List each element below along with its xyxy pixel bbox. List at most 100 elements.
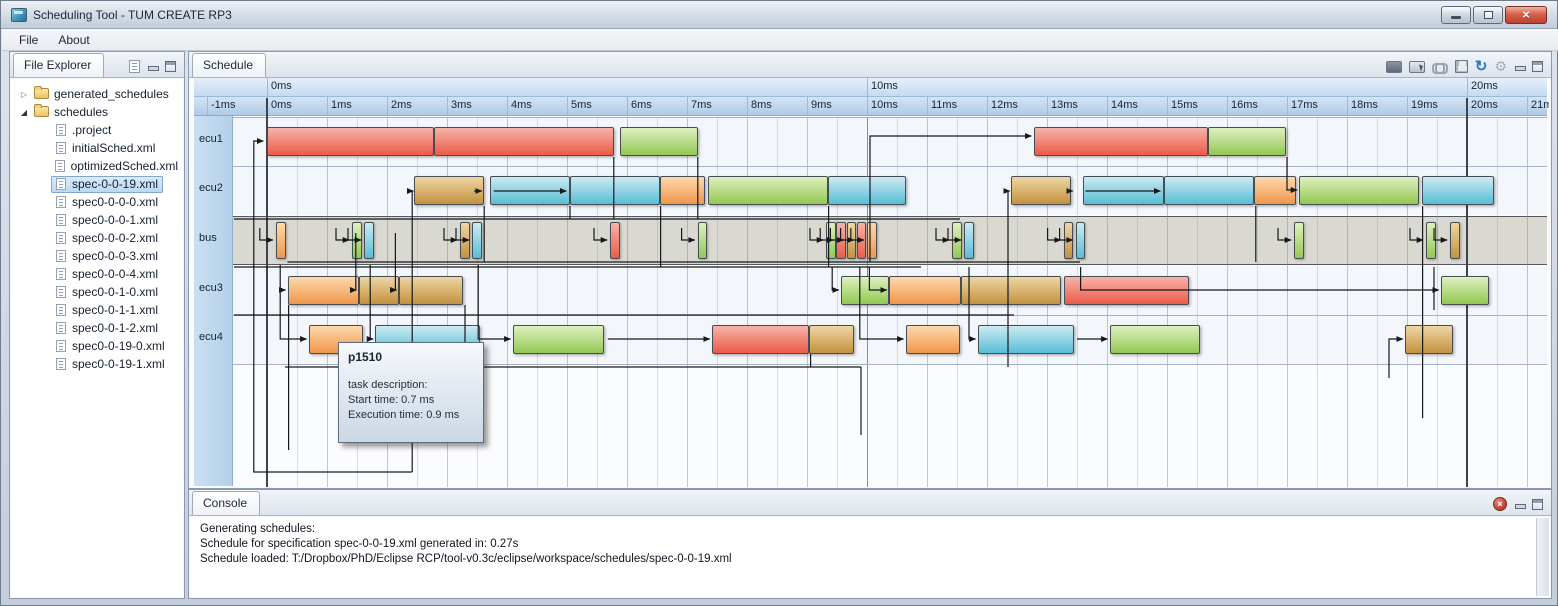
bus-message[interactable] bbox=[276, 222, 286, 259]
tree-item-spec0-0-0-0.xml[interactable]: spec0-0-0-0.xml bbox=[11, 193, 183, 211]
tab-schedule[interactable]: Schedule bbox=[192, 53, 266, 77]
window-minimize-button[interactable] bbox=[1441, 6, 1471, 24]
bus-message[interactable] bbox=[460, 222, 470, 259]
bus-message[interactable] bbox=[847, 222, 857, 259]
task-bar[interactable] bbox=[1083, 176, 1164, 205]
menu-about[interactable]: About bbox=[49, 31, 98, 49]
task-bar[interactable] bbox=[1034, 127, 1208, 156]
task-bar[interactable] bbox=[708, 176, 828, 205]
tab-console[interactable]: Console bbox=[192, 491, 260, 515]
task-bar[interactable] bbox=[1110, 325, 1200, 354]
task-bar[interactable] bbox=[961, 276, 1061, 305]
task-bar[interactable] bbox=[978, 325, 1074, 354]
bus-message[interactable] bbox=[1294, 222, 1304, 259]
bus-message[interactable] bbox=[964, 222, 974, 259]
expand-arrow-icon[interactable]: ▷ bbox=[19, 90, 29, 99]
task-bar[interactable] bbox=[288, 276, 359, 305]
tree-item-spec0-0-0-3.xml[interactable]: spec0-0-0-3.xml bbox=[11, 247, 183, 265]
window-restore-button[interactable] bbox=[1473, 6, 1503, 24]
bus-message[interactable] bbox=[826, 222, 836, 259]
task-bar[interactable] bbox=[660, 176, 705, 205]
task-bar[interactable] bbox=[359, 276, 399, 305]
task-bar[interactable] bbox=[1405, 325, 1453, 354]
bus-message[interactable] bbox=[364, 222, 374, 259]
tree-item-spec0-0-19-1.xml[interactable]: spec0-0-19-1.xml bbox=[11, 355, 183, 373]
task-bar[interactable] bbox=[841, 276, 889, 305]
minimize-view-icon[interactable] bbox=[1514, 61, 1525, 72]
tree-item-spec0-0-0-4.xml[interactable]: spec0-0-0-4.xml bbox=[11, 265, 183, 283]
task-bar[interactable] bbox=[490, 176, 570, 205]
console-scrollbar[interactable] bbox=[1536, 518, 1549, 596]
minimize-view-icon[interactable] bbox=[1514, 499, 1525, 510]
task-bar[interactable] bbox=[828, 176, 906, 205]
tab-file-explorer[interactable]: File Explorer bbox=[13, 53, 104, 77]
bus-message[interactable] bbox=[857, 222, 867, 259]
task-bar[interactable] bbox=[1164, 176, 1254, 205]
task-bar[interactable] bbox=[1299, 176, 1419, 205]
bus-message[interactable] bbox=[867, 222, 877, 259]
new-document-icon[interactable] bbox=[129, 60, 140, 73]
tree-item-spec0-0-19-0.xml[interactable]: spec0-0-19-0.xml bbox=[11, 337, 183, 355]
gridline bbox=[1197, 117, 1198, 487]
task-bar[interactable] bbox=[889, 276, 961, 305]
task-bar[interactable] bbox=[570, 176, 660, 205]
maximize-view-icon[interactable] bbox=[1532, 499, 1543, 510]
tree-item-label: spec0-0-19-0.xml bbox=[72, 339, 165, 353]
tree-item-spec-0-0-19.xml[interactable]: spec-0-0-19.xml bbox=[11, 175, 183, 193]
settings-icon[interactable]: ⚙ bbox=[1494, 60, 1507, 73]
task-bar[interactable] bbox=[712, 325, 809, 354]
bus-message[interactable] bbox=[836, 222, 846, 259]
task-bar[interactable] bbox=[620, 127, 698, 156]
task-bar[interactable] bbox=[1422, 176, 1494, 205]
bus-message[interactable] bbox=[1076, 222, 1086, 259]
menu-file[interactable]: File bbox=[10, 31, 47, 49]
link-icon[interactable] bbox=[1432, 63, 1448, 71]
gridline bbox=[537, 117, 538, 487]
bus-message[interactable] bbox=[472, 222, 482, 259]
task-bar[interactable] bbox=[1208, 127, 1286, 156]
task-bar[interactable] bbox=[513, 325, 604, 354]
tree-item-spec0-0-0-2.xml[interactable]: spec0-0-0-2.xml bbox=[11, 229, 183, 247]
task-bar[interactable] bbox=[1441, 276, 1489, 305]
tree-item-spec0-0-1-2.xml[interactable]: spec0-0-1-2.xml bbox=[11, 319, 183, 337]
bus-message[interactable] bbox=[1064, 222, 1074, 259]
bus-message[interactable] bbox=[610, 222, 620, 259]
bus-message[interactable] bbox=[1450, 222, 1460, 259]
save-icon[interactable] bbox=[1455, 60, 1468, 73]
maximize-view-icon[interactable] bbox=[1532, 61, 1543, 72]
screenshot-cursor-icon[interactable] bbox=[1409, 61, 1425, 73]
collapse-arrow-icon[interactable]: ◢ bbox=[19, 108, 29, 117]
refresh-icon[interactable]: ↻ bbox=[1475, 60, 1488, 73]
tree-item-.project[interactable]: .project bbox=[11, 121, 183, 139]
tree-item-spec0-0-1-0.xml[interactable]: spec0-0-1-0.xml bbox=[11, 283, 183, 301]
window-close-button[interactable]: × bbox=[1505, 6, 1547, 24]
bus-message[interactable] bbox=[698, 222, 708, 259]
task-bar[interactable] bbox=[906, 325, 960, 354]
file-icon bbox=[56, 124, 66, 136]
maximize-view-icon[interactable] bbox=[165, 61, 176, 72]
task-bar[interactable] bbox=[414, 176, 484, 205]
task-bar[interactable] bbox=[434, 127, 614, 156]
tree-item-initialSched.xml[interactable]: initialSched.xml bbox=[11, 139, 183, 157]
axis-tick-label: 12ms bbox=[991, 99, 1018, 111]
bus-message[interactable] bbox=[952, 222, 962, 259]
task-bar[interactable] bbox=[1064, 276, 1189, 305]
task-bar[interactable] bbox=[267, 127, 434, 156]
task-bar[interactable] bbox=[1011, 176, 1071, 205]
file-icon bbox=[56, 214, 66, 226]
task-bar[interactable] bbox=[809, 325, 854, 354]
minimize-view-icon[interactable] bbox=[147, 61, 158, 72]
tree-item-spec0-0-1-1.xml[interactable]: spec0-0-1-1.xml bbox=[11, 301, 183, 319]
tree-item-optimizedSched.xml[interactable]: optimizedSched.xml bbox=[11, 157, 183, 175]
bus-message[interactable] bbox=[352, 222, 362, 259]
bus-message[interactable] bbox=[1426, 222, 1436, 259]
axis-tick-label: 6ms bbox=[631, 99, 652, 111]
tree-item-schedules[interactable]: ◢schedules bbox=[11, 103, 183, 121]
screenshot-icon[interactable] bbox=[1386, 61, 1402, 73]
task-bar[interactable] bbox=[1254, 176, 1296, 205]
task-bar[interactable] bbox=[399, 276, 463, 305]
tree-item-spec0-0-0-1.xml[interactable]: spec0-0-0-1.xml bbox=[11, 211, 183, 229]
tree-item-generated_schedules[interactable]: ▷generated_schedules bbox=[11, 85, 183, 103]
file-icon bbox=[55, 160, 65, 172]
clear-console-icon[interactable]: × bbox=[1493, 497, 1507, 511]
